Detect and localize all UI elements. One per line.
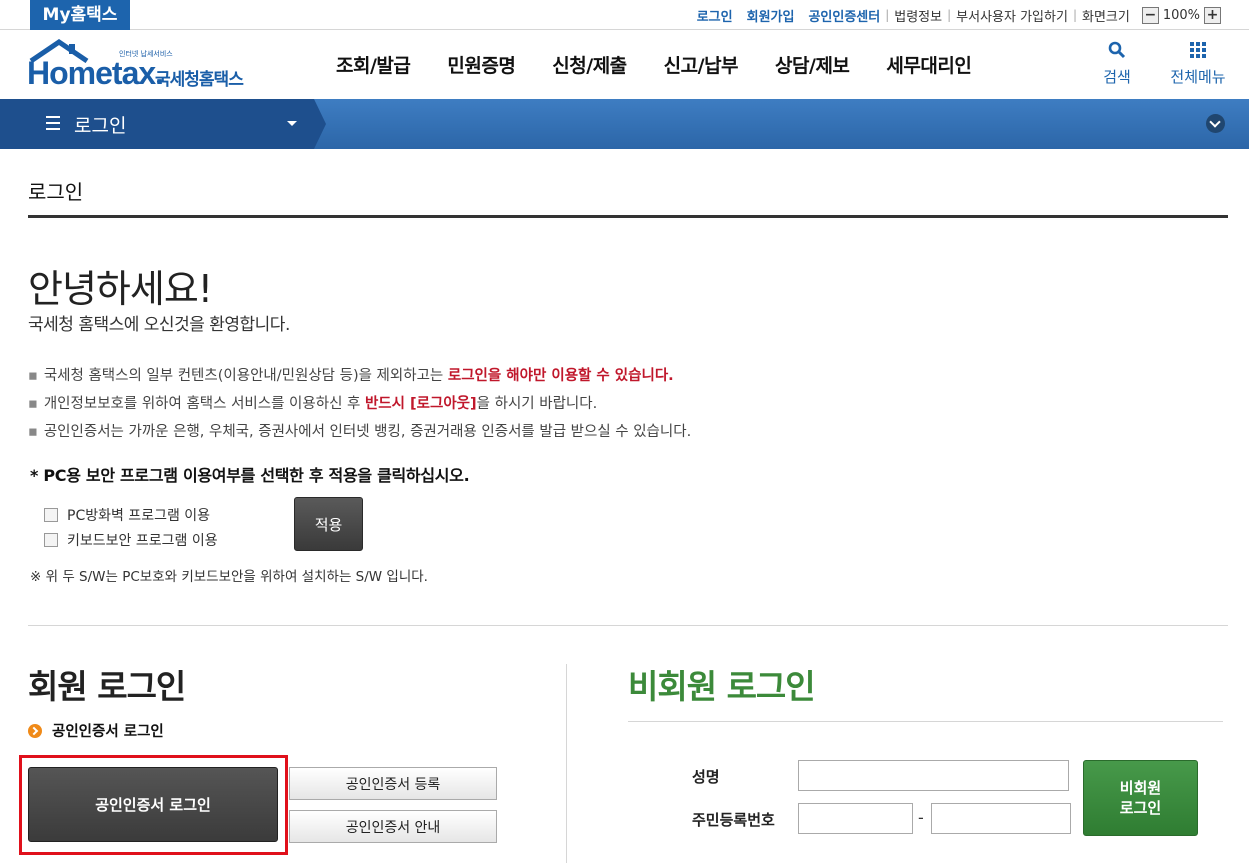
- cert-register-button[interactable]: 공인인증서 등록: [289, 767, 497, 800]
- logo-korean-text: 국세청홈택스: [155, 70, 244, 90]
- keyboard-security-checkbox[interactable]: [44, 533, 58, 547]
- location-current: 로그인: [74, 115, 127, 137]
- login-link[interactable]: 로그인: [697, 6, 733, 25]
- cert-login-subheading: 공인인증서 로그인: [28, 720, 164, 741]
- apply-button[interactable]: 적용: [294, 497, 363, 551]
- site-header: 인터넷 납세서비스 Hometax. 국세청홈택스 조회/발급 민원증명 신청/…: [0, 31, 1249, 98]
- menu-inquiry-issue[interactable]: 조회/발급: [336, 51, 411, 78]
- zoom-out-button[interactable]: −: [1141, 6, 1159, 24]
- notice-highlight: 반드시 [로그아웃]: [364, 396, 477, 412]
- title-divider: [28, 215, 1228, 218]
- location-arrow: [314, 99, 326, 149]
- page-title: 로그인: [28, 180, 84, 204]
- firewall-option[interactable]: PC방화벽 프로그램 이용: [44, 505, 210, 525]
- notice-item: ▪ 공인인증서는 가까운 은행, 우체국, 증권사에서 인터넷 뱅킹, 증권거래용…: [28, 424, 692, 440]
- dept-user-signup-link[interactable]: 부서사용자 가입하기: [956, 6, 1068, 25]
- greeting-heading: 안녕하세요!: [28, 267, 213, 311]
- location-bar: 로그인: [0, 99, 1249, 149]
- search-label: 검색: [1103, 68, 1131, 86]
- notice-list: ▪ 국세청 홈택스의 일부 컨텐츠(이용안내/민원상담 등)을 제외하고는 로그인…: [28, 364, 691, 448]
- menu-civil-certificate[interactable]: 민원증명: [447, 51, 515, 78]
- firewall-label: PC방화벽 프로그램 이용: [67, 508, 211, 524]
- law-info-link[interactable]: 법령정보: [894, 6, 942, 25]
- column-divider: [566, 664, 567, 863]
- firewall-checkbox[interactable]: [44, 508, 58, 522]
- software-note: ※ 위 두 S/W는 PC보호와 키보드보안을 위하여 설치하는 S/W 입니다…: [30, 569, 428, 585]
- hamburger-icon: [46, 116, 60, 134]
- utility-links: 로그인 회원가입 공인인증센터 | 법령정보 | 부서사용자 가입하기 | 화면…: [697, 0, 1221, 30]
- cert-guide-button[interactable]: 공인인증서 안내: [289, 810, 497, 843]
- menu-report-pay[interactable]: 신고/납부: [664, 51, 739, 78]
- hometax-logo[interactable]: 인터넷 납세서비스 Hometax. 국세청홈택스: [27, 37, 267, 93]
- section-divider: [28, 625, 1228, 626]
- security-program-heading: * PC용 보안 프로그램 이용여부를 선택한 후 적용을 클릭하십시오.: [30, 466, 470, 485]
- guest-login-heading: 비회원 로그인: [628, 667, 816, 706]
- guest-divider: [628, 721, 1223, 722]
- welcome-text: 국세청 홈택스에 오신것을 환영합니다.: [28, 315, 290, 335]
- all-menu-button[interactable]: 전체메뉴: [1166, 41, 1230, 87]
- notice-item: ▪ 국세청 홈택스의 일부 컨텐츠(이용안내/민원상담 등)을 제외하고는 로그인…: [28, 368, 674, 384]
- divider: |: [1072, 8, 1077, 22]
- rrn-label: 주민등록번호: [692, 811, 775, 829]
- name-label: 성명: [692, 768, 720, 786]
- cert-center-link[interactable]: 공인인증센터: [808, 6, 880, 25]
- keyboard-security-label: 키보드보안 프로그램 이용: [67, 533, 218, 549]
- grid-menu-icon: [1190, 42, 1206, 58]
- menu-consult-report[interactable]: 상담/제보: [775, 51, 850, 78]
- keyboard-security-option[interactable]: 키보드보안 프로그램 이용: [44, 530, 218, 550]
- notice-item: ▪ 개인정보보호를 위하여 홈택스 서비스를 이용하신 후 반드시 [로그아웃]을…: [28, 396, 598, 412]
- search-button[interactable]: 검색: [1100, 41, 1134, 87]
- rrn-back-input[interactable]: [931, 803, 1071, 834]
- top-utility-bar: My홈택스 로그인 회원가입 공인인증센터 | 법령정보 | 부서사용자 가입하…: [0, 0, 1249, 30]
- my-hometax-tab[interactable]: My홈택스: [30, 0, 130, 30]
- expand-chevron-icon[interactable]: [1206, 114, 1225, 133]
- rrn-front-input[interactable]: [798, 803, 913, 834]
- menu-tax-agent[interactable]: 세무대리인: [886, 51, 971, 78]
- rrn-dash: -: [918, 808, 924, 827]
- cert-login-button[interactable]: 공인인증서 로그인: [28, 767, 278, 842]
- search-icon: [1108, 41, 1126, 59]
- all-menu-label: 전체메뉴: [1170, 68, 1226, 86]
- zoom-in-button[interactable]: +: [1204, 6, 1221, 24]
- member-login-heading: 회원 로그인: [28, 667, 186, 706]
- logo-brand-text: Hometax.: [27, 55, 164, 91]
- arrow-bullet-icon: [28, 723, 42, 738]
- screen-size-label: 화면크기: [1081, 9, 1130, 25]
- notice-highlight: 로그인을 해야만 이용할 수 있습니다.: [447, 368, 674, 384]
- dropdown-caret-icon[interactable]: [287, 121, 297, 126]
- zoom-value: 100%: [1162, 7, 1200, 23]
- divider: |: [947, 8, 952, 22]
- name-input[interactable]: [798, 760, 1069, 791]
- zoom-control: − 100% +: [1141, 6, 1221, 24]
- signup-link[interactable]: 회원가입: [747, 6, 795, 25]
- divider: |: [885, 8, 890, 22]
- menu-apply-submit[interactable]: 신청/제출: [552, 51, 627, 78]
- guest-login-button[interactable]: 비회원 로그인: [1083, 760, 1198, 836]
- main-navigation: 조회/발급 민원증명 신청/제출 신고/납부 상담/제보 세무대리인: [336, 31, 1008, 98]
